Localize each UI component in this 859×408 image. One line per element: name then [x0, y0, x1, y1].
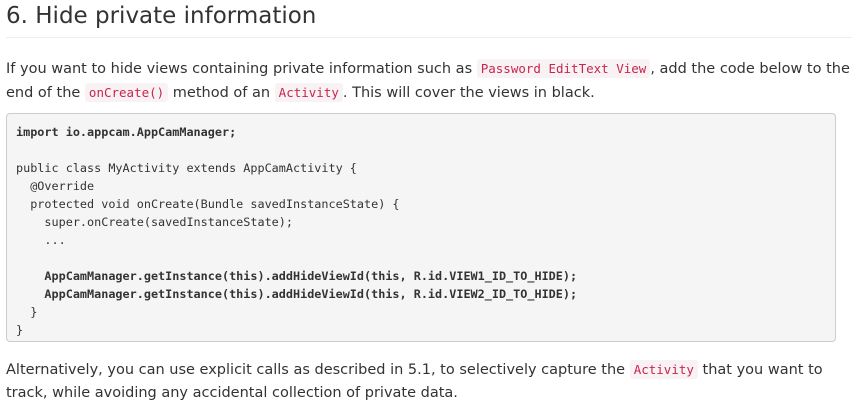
code-line-class-close: } — [16, 323, 24, 337]
code-line-class-decl: public class MyActivity extends AppCamAc… — [16, 161, 357, 175]
inline-code-activity: Activity — [274, 83, 343, 102]
inline-code-password-edittext-view: Password EditText View — [476, 59, 651, 78]
intro-text-3: method of an — [168, 85, 275, 101]
code-line-method-close: } — [16, 305, 38, 319]
code-line-ellipsis: ... — [16, 233, 66, 247]
intro-paragraph: If you want to hide views containing pri… — [6, 57, 852, 105]
code-line-hide-view-2: AppCamManager.getInstance(this).addHideV… — [16, 287, 578, 301]
code-line-hide-view-1: AppCamManager.getInstance(this).addHideV… — [16, 269, 578, 283]
intro-text-1: If you want to hide views containing pri… — [6, 61, 477, 77]
code-line-import: import io.appcam.AppCamManager; — [16, 125, 237, 139]
code-line-oncreate-decl: protected void onCreate(Bundle savedInst… — [16, 197, 400, 211]
section-heading: 6. Hide private information — [6, 0, 852, 38]
documentation-page: 6. Hide private information If you want … — [0, 0, 859, 408]
outro-text-1: Alternatively, you can use explicit call… — [6, 362, 630, 378]
inline-code-activity: Activity — [629, 360, 698, 379]
code-line-super-call: super.onCreate(savedInstanceState); — [16, 215, 293, 229]
outro-paragraph: Alternatively, you can use explicit call… — [6, 358, 852, 405]
intro-text-4: . This will cover the views in black. — [342, 85, 595, 101]
inline-code-oncreate: onCreate() — [84, 83, 169, 102]
code-content: import io.appcam.AppCamManager; public cl… — [16, 114, 835, 339]
code-line-override: @Override — [16, 179, 95, 193]
code-block[interactable]: import io.appcam.AppCamManager; public cl… — [6, 113, 836, 342]
